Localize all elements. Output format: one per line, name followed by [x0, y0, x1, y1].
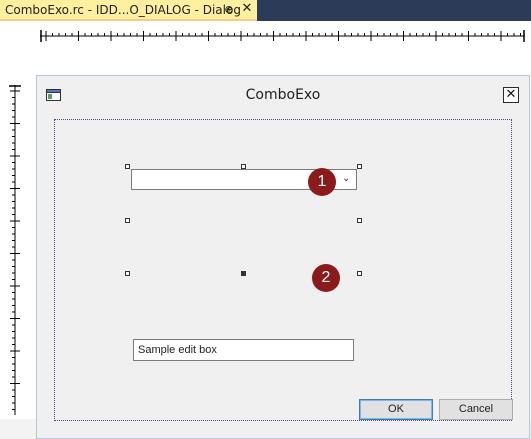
selection-handle-top-right[interactable] — [357, 164, 362, 169]
designer-canvas: ComboExo ✕ ⌄ 1 2 Sample edit box OK Canc… — [0, 21, 531, 439]
selection-handle-middle-right[interactable] — [357, 218, 362, 223]
document-tab[interactable]: ComboExo.rc - IDD...O_DIALOG - Dialog — [0, 0, 257, 21]
ok-button[interactable]: OK — [359, 399, 433, 420]
selection-handle-middle-left[interactable] — [125, 218, 130, 223]
vertical-ruler — [9, 85, 21, 415]
selection-handle-bottom-left[interactable] — [125, 271, 130, 276]
callout-badge-1: 1 — [308, 168, 336, 196]
dialog-title: ComboExo — [245, 87, 321, 103]
selection-handle-top-left[interactable] — [125, 164, 130, 169]
dialog-titlebar: ComboExo ✕ — [37, 76, 529, 114]
close-tab-icon[interactable]: ✕ — [240, 2, 254, 16]
document-tab-title: ComboExo.rc - IDD...O_DIALOG - Dialog — [5, 2, 241, 17]
sample-edit-box[interactable]: Sample edit box — [133, 339, 354, 361]
selection-handle-bottom-right[interactable] — [357, 271, 362, 276]
document-tabstrip: ComboExo.rc - IDD...O_DIALOG - Dialog ⊕ … — [0, 0, 531, 21]
chevron-down-icon[interactable]: ⌄ — [342, 173, 352, 184]
selection-handle-bottom-center[interactable] — [241, 271, 246, 276]
callout-badge-2: 2 — [312, 264, 340, 292]
dialog-close-icon[interactable]: ✕ — [503, 87, 519, 103]
cancel-button[interactable]: Cancel — [439, 399, 513, 420]
selection-handle-top-center[interactable] — [241, 164, 246, 169]
pin-icon[interactable]: ⊕ — [222, 3, 236, 17]
horizontal-ruler — [40, 30, 525, 42]
dialog-window[interactable]: ComboExo ✕ ⌄ 1 2 Sample edit box OK Canc… — [36, 75, 530, 439]
dialog-margin-guide — [54, 119, 512, 421]
